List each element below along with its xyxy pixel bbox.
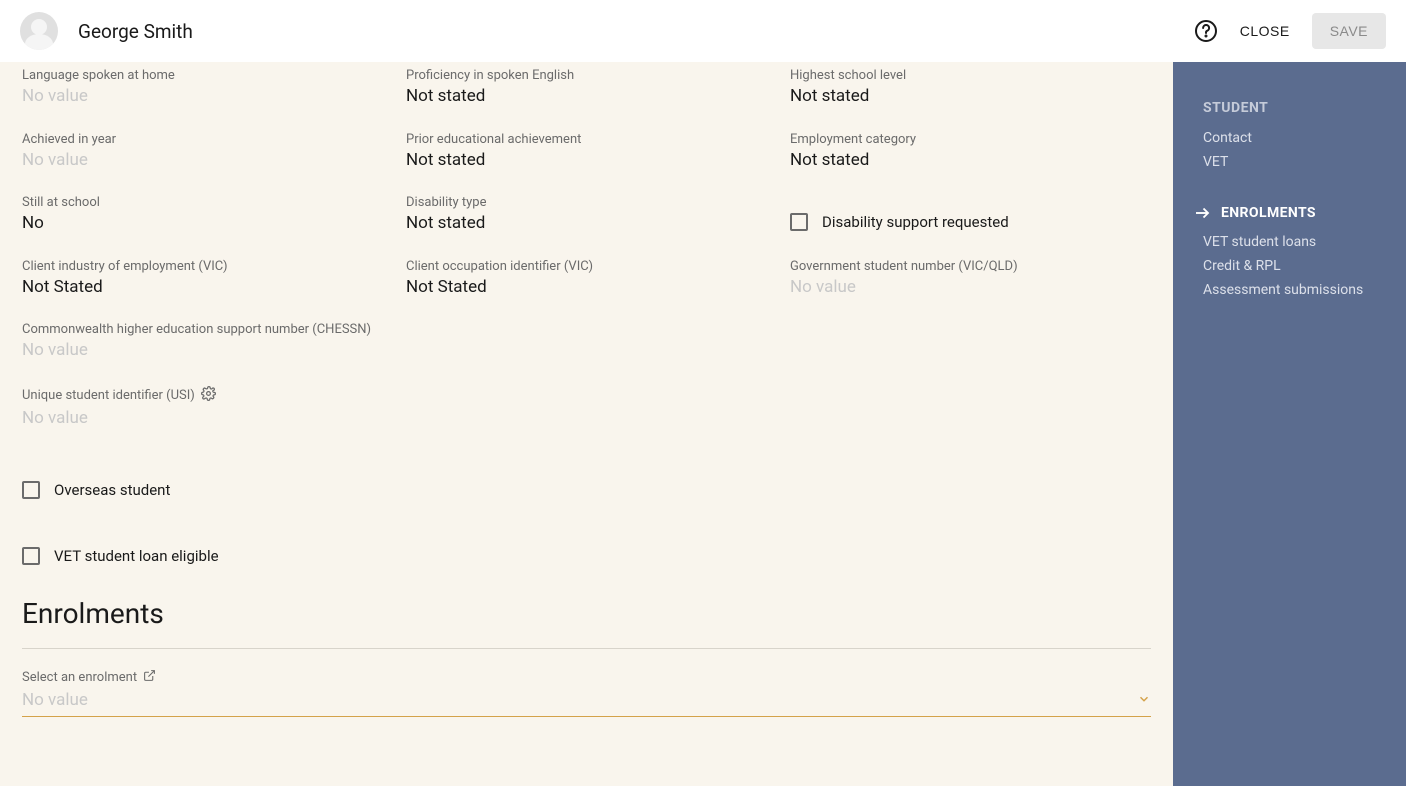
field-value[interactable]: No value	[22, 84, 406, 110]
field-prior-edu: Prior educational achievement Not stated	[406, 132, 790, 196]
open-external-icon[interactable]	[143, 669, 156, 686]
divider	[22, 648, 1151, 649]
field-client-occupation: Client occupation identifier (VIC) Not S…	[406, 259, 790, 323]
field-value[interactable]: Not Stated	[406, 275, 790, 301]
field-value[interactable]: No value	[22, 338, 1151, 364]
checkbox-label: Overseas student	[54, 481, 170, 499]
form-row: Client industry of employment (VIC) Not …	[22, 259, 1151, 323]
enrolments-section: Enrolments Select an enrolment No value	[0, 597, 1173, 717]
field-value[interactable]: No value	[22, 406, 1151, 432]
field-label: Commonwealth higher education support nu…	[22, 322, 1151, 337]
save-button[interactable]: SAVE	[1312, 13, 1386, 49]
enrolments-heading: Enrolments	[22, 597, 1151, 630]
field-label: Highest school level	[790, 68, 1151, 83]
sidebar-spacer	[1173, 174, 1406, 200]
header-left: George Smith	[20, 12, 193, 50]
field-disability-support: Disability support requested	[790, 195, 1151, 259]
form-grid: Language spoken at home No value Profici…	[0, 68, 1173, 453]
field-label: Language spoken at home	[22, 68, 406, 83]
student-name: George Smith	[78, 20, 193, 43]
field-label: Proficiency in spoken English	[406, 68, 790, 83]
field-value[interactable]: No value	[22, 148, 406, 174]
sidebar-heading-student: STUDENT	[1173, 100, 1406, 126]
field-gov-student-num: Government student number (VIC/QLD) No v…	[790, 259, 1151, 323]
checkbox-row: Disability support requested	[790, 209, 1151, 235]
field-client-industry: Client industry of employment (VIC) Not …	[22, 259, 406, 323]
field-value[interactable]: Not Stated	[22, 275, 406, 301]
form-row: Unique student identifier (USI) No value	[22, 386, 1151, 454]
sidebar-item-label: Assessment submissions	[1203, 282, 1363, 298]
checkbox-section: Overseas student VET student loan eligib…	[0, 453, 1173, 569]
select-label: Select an enrolment	[22, 669, 1151, 686]
form-row: Language spoken at home No value Profici…	[22, 68, 1151, 132]
field-label: Client occupation identifier (VIC)	[406, 259, 790, 274]
select-enrolment-row: Select an enrolment No value	[22, 669, 1151, 717]
close-button[interactable]: CLOSE	[1240, 23, 1290, 39]
field-achieved-year: Achieved in year No value	[22, 132, 406, 196]
field-proficiency: Proficiency in spoken English Not stated	[406, 68, 790, 132]
field-label: Still at school	[22, 195, 406, 210]
arrow-right-icon	[1193, 204, 1211, 222]
form-row: Commonwealth higher education support nu…	[22, 322, 1151, 386]
sidebar-item-assessment[interactable]: Assessment submissions	[1173, 278, 1406, 302]
checkbox-label: Disability support requested	[822, 213, 1009, 231]
overseas-checkbox-row: Overseas student	[22, 477, 1151, 503]
field-still-school: Still at school No	[22, 195, 406, 259]
field-value[interactable]: Not stated	[790, 84, 1151, 110]
field-highest-school: Highest school level Not stated	[790, 68, 1151, 132]
sidebar-item-label: Enrolments	[1221, 205, 1316, 221]
sidebar-item-label: Credit & RPL	[1203, 258, 1281, 274]
field-value[interactable]: Not stated	[790, 148, 1151, 174]
sidebar-item-vet-loans[interactable]: VET student loans	[1173, 226, 1406, 254]
disability-support-checkbox[interactable]	[790, 213, 808, 231]
vet-loan-checkbox[interactable]	[22, 547, 40, 565]
help-icon[interactable]	[1194, 19, 1218, 43]
field-label: Unique student identifier (USI)	[22, 386, 1151, 405]
field-disability-type: Disability type Not stated	[406, 195, 790, 259]
select-value: No value	[22, 690, 88, 710]
checkbox-label: VET student loan eligible	[54, 547, 219, 565]
form-row: Still at school No Disability type Not s…	[22, 195, 1151, 259]
field-label: Prior educational achievement	[406, 132, 790, 147]
sidebar-item-label: Contact	[1203, 130, 1252, 146]
main-content: Language spoken at home No value Profici…	[0, 62, 1173, 786]
sidebar-item-label: VET student loans	[1203, 234, 1316, 250]
field-label: Disability type	[406, 195, 790, 210]
field-label: Client industry of employment (VIC)	[22, 259, 406, 274]
field-chessn: Commonwealth higher education support nu…	[22, 322, 1151, 386]
chevron-down-icon	[1137, 691, 1151, 710]
field-language-home: Language spoken at home No value	[22, 68, 406, 132]
field-value[interactable]: Not stated	[406, 148, 790, 174]
field-value[interactable]: No value	[790, 275, 1151, 301]
field-label: Achieved in year	[22, 132, 406, 147]
header: George Smith CLOSE SAVE	[0, 0, 1406, 62]
select-label-text: Select an enrolment	[22, 670, 137, 685]
sidebar-item-credit-rpl[interactable]: Credit & RPL	[1173, 254, 1406, 278]
overseas-checkbox[interactable]	[22, 481, 40, 499]
field-value[interactable]: Not stated	[406, 211, 790, 237]
form-row: Achieved in year No value Prior educatio…	[22, 132, 1151, 196]
field-usi: Unique student identifier (USI) No value	[22, 386, 1151, 454]
sidebar-item-label: VET	[1203, 154, 1228, 170]
usi-label-text: Unique student identifier (USI)	[22, 388, 195, 403]
select-enrolment-input[interactable]: No value	[22, 686, 1151, 717]
vet-loan-checkbox-row: VET student loan eligible	[22, 543, 1151, 569]
field-value[interactable]: No	[22, 211, 406, 237]
avatar[interactable]	[20, 12, 58, 50]
gear-icon[interactable]	[201, 386, 216, 405]
field-label: Employment category	[790, 132, 1151, 147]
sidebar-item-enrolments[interactable]: Enrolments	[1173, 200, 1406, 226]
field-employment-cat: Employment category Not stated	[790, 132, 1151, 196]
sidebar-item-contact[interactable]: Contact	[1173, 126, 1406, 150]
field-label: Government student number (VIC/QLD)	[790, 259, 1151, 274]
field-value[interactable]: Not stated	[406, 84, 790, 110]
sidebar-item-vet[interactable]: VET	[1173, 150, 1406, 174]
sidebar: STUDENT Contact VET Enrolments VET stude…	[1173, 62, 1406, 786]
header-right: CLOSE SAVE	[1194, 13, 1386, 49]
layout: Language spoken at home No value Profici…	[0, 62, 1406, 786]
